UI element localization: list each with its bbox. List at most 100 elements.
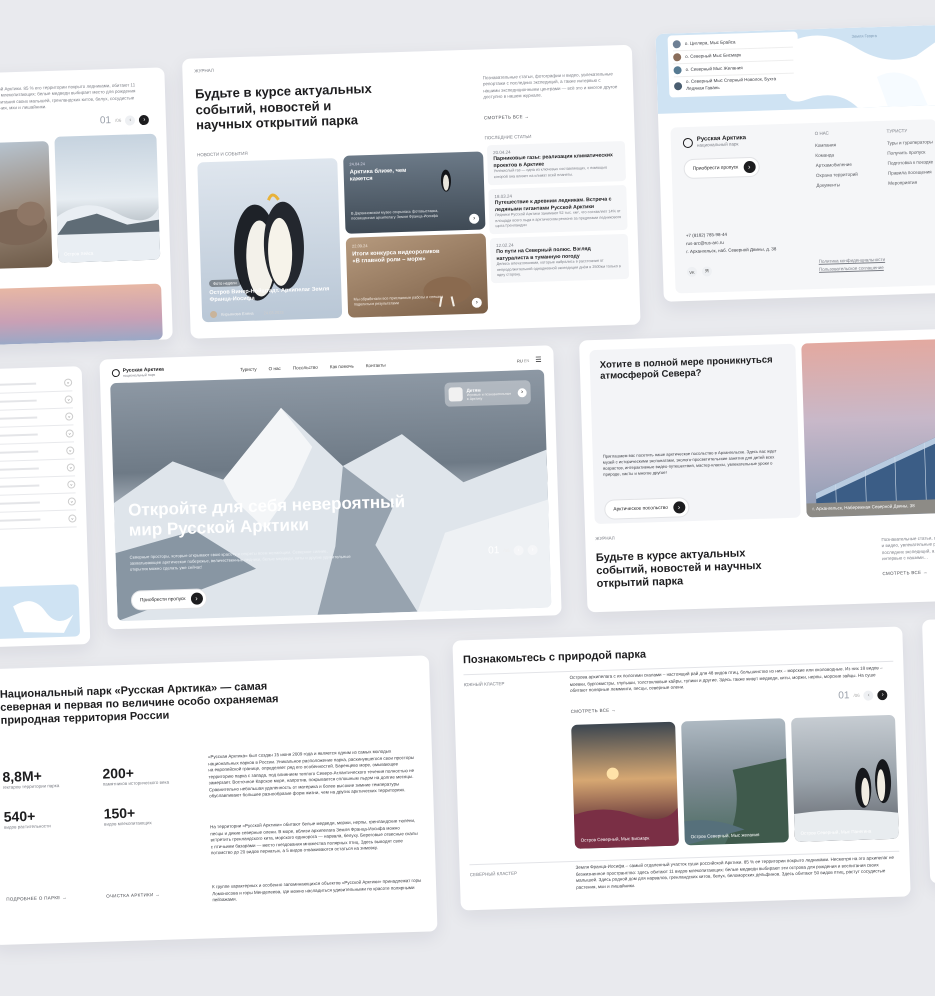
news-section-label: Новости и события [196, 150, 248, 158]
footer-link[interactable]: Мероприятия [888, 178, 934, 190]
about-p3: К группе характерных и особенно запомина… [211, 877, 422, 903]
hero-pass-label: Приобрести пропуск [139, 596, 186, 603]
island-text: …йской Арктики. 85 % его территории покр… [0, 82, 136, 111]
mid-news-1-arrow-icon[interactable]: › [469, 213, 480, 224]
journal-see-all[interactable]: Смотреть все [882, 570, 927, 576]
embassy-card: Хотите в полной мере проникнуться атмосф… [579, 328, 935, 613]
hero-logo-sub: национальный парк [122, 372, 156, 378]
hero-card: Русская Арктика национальный парк Туристу… [99, 345, 562, 630]
footer-pass-label: Приобрести пропуск [692, 164, 739, 172]
chevron-down-icon: ⌄ [68, 514, 77, 523]
articles-list: 20.04.24 Парниковые газы: реализация кли… [486, 140, 630, 288]
footer-email[interactable]: rus-arc@rus-arc.ru [686, 240, 724, 248]
nav-contacts[interactable]: Контакты [366, 362, 386, 368]
nature-card: Познакомьтесь с природой парка Южный кла… [452, 626, 911, 911]
chevron-down-icon: ⌄ [64, 395, 73, 404]
news-title: Будьте в курсе актуальных событий, новос… [194, 80, 372, 133]
faq-line [0, 450, 39, 455]
edge-card [921, 617, 935, 884]
about-p2: На территории «Русской Арктики» обитают … [210, 817, 418, 856]
stat-label: видов млекопитающих [103, 820, 152, 827]
ice-map-mini [0, 584, 81, 640]
terms-link[interactable]: Пользовательское соглашение [819, 265, 884, 273]
map-item[interactable]: о. Северный Мыс Спорный Новолок, Бухта Л… [673, 74, 794, 95]
compass-logo-icon [111, 368, 120, 378]
lone-penguin-icon [440, 169, 451, 192]
nav-help[interactable]: Как помочь [330, 363, 354, 369]
footer-link[interactable]: Охрана территорий [816, 170, 858, 181]
privacy-link[interactable]: Политика конфиденциальности [819, 257, 886, 265]
prev-arrow-icon[interactable]: ‹ [125, 114, 136, 126]
faq-line [0, 416, 38, 421]
nav-embassy[interactable]: Посольство [293, 364, 318, 370]
footer-logo[interactable]: Русская Арктика национальный парк [682, 135, 747, 149]
chevron-down-icon: ⌄ [65, 412, 74, 421]
stat-value: 150+ [103, 804, 136, 822]
island-pager: 01 /06 ‹ › [100, 114, 150, 126]
hero-logo[interactable]: Русская Арктика национальный парк [111, 366, 164, 379]
about-more-link[interactable]: Подробнее о парке [6, 895, 67, 902]
pager-number: 01 [488, 545, 500, 557]
hero-nav: Туристу О нас Посольство Как помочь Конт… [240, 362, 386, 372]
stat-3: 540+ видов растительности [3, 807, 50, 831]
hayes-island-photo: Остров Хейса [54, 133, 161, 263]
news-see-all[interactable]: Смотреть все [484, 114, 529, 120]
kids-badge[interactable]: Детям Игровые и познавательные в Арктику … [444, 380, 532, 407]
embassy-button-label: Арктическое посольство [613, 505, 669, 513]
walrus-illustration [0, 201, 48, 246]
map-item-label: о. Северный Мыс Спорный Новолок, Бухта Л… [685, 76, 777, 91]
coast-illustration [56, 205, 161, 263]
nav-about[interactable]: О нас [268, 365, 280, 370]
lang-switch[interactable]: RU EN [517, 358, 530, 363]
faq-row[interactable]: ⌄ [0, 510, 77, 531]
prev-arrow-icon[interactable]: ‹ [513, 544, 524, 556]
pager-total: /06 [503, 547, 510, 553]
embassy-button[interactable]: Арктическое посольство › [604, 497, 690, 520]
feature-author: Кирьянова Елена [220, 310, 254, 317]
lang-ru[interactable]: RU [517, 358, 523, 363]
presentation-stage: …йской Арктики. 85 % его территории покр… [0, 0, 935, 996]
nav-tourist[interactable]: Туристу [240, 366, 257, 372]
author-avatar [209, 310, 218, 319]
next-arrow-icon[interactable]: › [139, 114, 150, 125]
sunset-flowers-illustration [573, 767, 679, 849]
journal-title: Будьте в курсе актуальных событий, новос… [595, 547, 762, 591]
footer-pass-button[interactable]: Приобрести пропуск › [683, 156, 760, 180]
article-item[interactable]: 12.02.24 По пути на Северный полюс. Взгл… [489, 234, 630, 284]
prev-arrow-icon[interactable]: ‹ [863, 689, 874, 701]
cleanup-link[interactable]: Очистка Арктики [106, 892, 160, 898]
location-thumb [672, 40, 681, 49]
embassy-building-photo: г. Архангельск, Набережная Северной Двин… [801, 338, 935, 518]
pager-total: /06 [114, 117, 122, 123]
footer-link[interactable]: Документы [816, 180, 858, 191]
walrus-photo [0, 141, 53, 270]
mid-news-2-date: 22.09.24 [351, 243, 368, 249]
next-arrow-icon[interactable]: › [877, 689, 888, 700]
mid-news-1[interactable]: 24.04.24 Арктика ближе, чем кажется В Да… [343, 151, 486, 234]
location-thumb [673, 66, 682, 75]
journal-tag: Журнал [595, 535, 615, 542]
article-item[interactable]: 18.03.24 Путешествие к древним ледникам.… [488, 184, 628, 235]
hero-pass-button[interactable]: Приобрести пропуск › [130, 588, 207, 611]
kids-thumb-icon [448, 387, 463, 402]
north-cluster-text: Земля Франца-Иосифа – самый отдаленный у… [575, 854, 895, 890]
next-arrow-icon[interactable]: › [527, 544, 538, 555]
nature-photo-1[interactable]: Остров Северный, Мыс Бисмарк [571, 721, 679, 849]
nature-photo-2[interactable]: Остров Северный, Мыс желания [681, 718, 789, 846]
article-text: Делюсь впечатлениями, которые набрались … [496, 259, 621, 278]
nature-photo-3[interactable]: Остров Северный, Мыс Панегина [791, 714, 899, 842]
mid-news-2[interactable]: 22.09.24 Итоги конкурса видеороликов «В … [345, 233, 489, 318]
lang-en[interactable]: EN [524, 358, 530, 363]
penguin-feature[interactable]: Фото недели Остров Винер-Нойштадт. Архип… [197, 158, 343, 323]
nature-see-all[interactable]: Смотреть все [571, 708, 616, 714]
yandex-icon[interactable]: Я [701, 266, 713, 277]
vk-icon[interactable]: VK [686, 266, 698, 278]
footer-phone[interactable]: +7 (8182) 785-98-44 [686, 232, 727, 240]
article-item[interactable]: 20.04.24 Парниковые газы: реализация кли… [486, 140, 627, 186]
faq-line [0, 467, 39, 472]
menu-icon[interactable]: ☰ [535, 356, 541, 364]
hero-pager: 01 /06 ‹ › [488, 544, 538, 557]
embassy-block: Хотите в полной мере проникнуться атмосф… [589, 343, 801, 525]
embassy-text: Приглашаем вас посетить наше арктическое… [602, 448, 777, 478]
mid-news-2-arrow-icon[interactable]: › [471, 297, 482, 308]
